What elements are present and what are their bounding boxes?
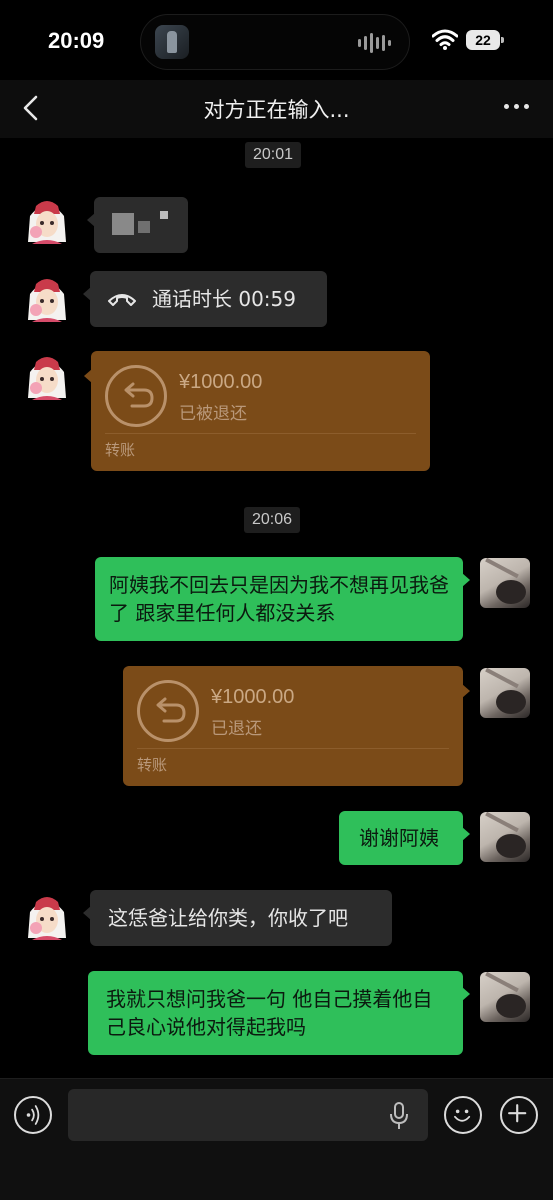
contact-avatar[interactable] — [22, 196, 72, 246]
message-input[interactable] — [68, 1089, 428, 1141]
wifi-icon — [432, 29, 458, 50]
text-message[interactable]: 我就只想问我爸一句 他自己摸着他自己良心说他对得起我吗 — [88, 971, 470, 1055]
divider — [137, 748, 449, 749]
transfer-card[interactable]: ¥1000.00 已被退还 转账 — [84, 351, 430, 471]
battery-indicator: 22 — [466, 30, 504, 50]
dynamic-island[interactable] — [140, 14, 410, 70]
my-avatar[interactable] — [480, 972, 530, 1022]
voice-icon[interactable] — [14, 1096, 52, 1134]
text-message[interactable]: 阿姨我不回去只是因为我不想再见我爸了 跟家里任何人都没关系 — [95, 557, 470, 641]
mic-icon[interactable] — [388, 1101, 410, 1131]
chat-title: 对方正在输入... — [203, 98, 350, 122]
plus-icon[interactable] — [500, 1096, 538, 1134]
contact-avatar[interactable] — [22, 274, 72, 324]
chat-input-bar — [0, 1078, 553, 1200]
message-text: 这恁爸让给你类，你收了吧 — [108, 906, 348, 930]
transfer-amount: ¥1000.00 — [179, 371, 263, 393]
return-arrow-icon — [137, 680, 199, 742]
more-dots-icon[interactable] — [504, 104, 529, 109]
transfer-status: 已退还 — [211, 719, 262, 739]
audio-wave-icon — [358, 33, 391, 53]
text-message[interactable]: 谢谢阿姨 — [339, 811, 470, 865]
transfer-label: 转账 — [137, 756, 168, 774]
status-time: 20:09 — [48, 28, 105, 53]
my-avatar[interactable] — [480, 812, 530, 862]
call-duration: 通话时长 00:59 — [152, 287, 296, 311]
now-playing-thumbnail — [155, 25, 189, 59]
contact-avatar[interactable] — [22, 892, 72, 942]
my-avatar[interactable] — [480, 558, 530, 608]
transfer-amount: ¥1000.00 — [211, 686, 295, 708]
transfer-status: 已被退还 — [179, 404, 247, 424]
call-record-message[interactable]: 通话时长 00:59 — [83, 271, 327, 327]
status-bar: 20:09 22 — [0, 0, 553, 80]
phone-icon — [108, 294, 136, 306]
my-avatar[interactable] — [480, 668, 530, 718]
message-list[interactable]: 20:01 通话时长 00:59 ¥1000.00 已被退还 转账 20:06 … — [0, 138, 553, 1078]
message-text: 阿姨我不回去只是因为我不想再见我爸了 跟家里任何人都没关系 — [109, 573, 449, 625]
chat-header: 对方正在输入... — [0, 80, 553, 138]
timestamp: 20:01 — [245, 142, 302, 168]
image-thumbnail — [112, 213, 134, 235]
message-text: 谢谢阿姨 — [359, 826, 439, 850]
message-text: 我就只想问我爸一句 他自己摸着他自己良心说他对得起我吗 — [106, 987, 433, 1039]
image-message[interactable] — [87, 197, 188, 253]
divider — [105, 433, 416, 434]
emoji-icon[interactable] — [444, 1096, 482, 1134]
contact-avatar[interactable] — [22, 352, 72, 402]
timestamp: 20:06 — [244, 507, 301, 533]
text-message[interactable]: 这恁爸让给你类，你收了吧 — [83, 890, 392, 946]
transfer-card[interactable]: ¥1000.00 已退还 转账 — [123, 666, 470, 786]
transfer-label: 转账 — [105, 441, 136, 459]
return-arrow-icon — [105, 365, 167, 427]
